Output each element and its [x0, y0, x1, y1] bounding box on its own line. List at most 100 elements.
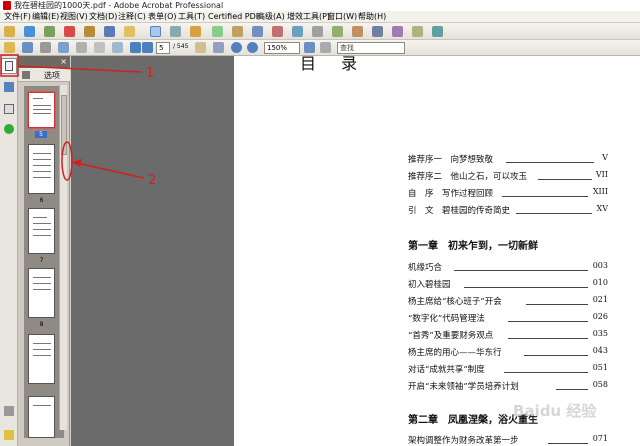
toc-entry[interactable]: “首秀”及重要财务观点 035 — [408, 329, 608, 341]
pages-icon — [5, 61, 13, 71]
toolbar-navigation: 5 / 545 150% 查找 — [0, 40, 640, 56]
menu-file[interactable]: 文件(F) — [4, 11, 31, 23]
page-label: 5 — [35, 131, 47, 138]
toolbar-main — [0, 23, 640, 40]
title-bar: 我在碧桂园的1000天.pdf - Adobe Acrobat Professi… — [0, 0, 640, 11]
menu-certified-pdf[interactable]: Certified PDF — [208, 11, 260, 23]
toc-entry[interactable]: 开启“未来领袖”学员培养计划 058 — [408, 380, 608, 392]
email-icon[interactable] — [332, 26, 343, 37]
zoom-select[interactable]: 150% — [264, 42, 300, 54]
typewriter-icon[interactable] — [190, 26, 201, 37]
page-total: / 545 — [173, 43, 189, 50]
panel-header: × — [18, 56, 70, 68]
options-menu[interactable]: 选项 — [44, 70, 60, 81]
rotate-icon[interactable] — [320, 42, 331, 53]
menu-edit[interactable]: 编辑(E) — [32, 11, 59, 23]
zoom-in-icon[interactable] — [247, 42, 258, 53]
highlight-icon[interactable] — [212, 26, 223, 37]
toc-entry[interactable]: 自 序 写作过程回顾 XIII — [408, 187, 608, 199]
menu-comments[interactable]: 注释(C) — [118, 11, 146, 23]
toc-entry[interactable]: 推荐序一 向梦想致敬 V — [408, 153, 608, 165]
object-select-icon[interactable] — [170, 26, 181, 37]
toc-entry[interactable]: 推荐序二 他山之石，可以攻玉 VII — [408, 170, 608, 182]
print-small-icon[interactable] — [40, 42, 51, 53]
forms-icon[interactable] — [104, 26, 115, 37]
hand-tool-icon[interactable] — [195, 42, 206, 53]
thumbnail-icon[interactable] — [22, 71, 30, 79]
navigation-strip — [0, 56, 18, 446]
page-thumbnail[interactable] — [28, 268, 55, 318]
prev-page-icon[interactable] — [130, 42, 141, 53]
email-small-icon[interactable] — [58, 42, 69, 53]
save-icon[interactable] — [22, 42, 33, 53]
window-title: 我在碧桂园的1000天.pdf - Adobe Acrobat Professi… — [14, 1, 224, 10]
marquee-zoom-icon[interactable] — [213, 42, 224, 53]
thumbnail-list: 5 6 7 8 — [24, 86, 64, 438]
page-thumbnail[interactable] — [28, 144, 55, 194]
ocr-icon[interactable] — [292, 26, 303, 37]
export-icon[interactable] — [44, 26, 55, 37]
page-label: 7 — [39, 257, 44, 264]
markup-icon[interactable] — [272, 26, 283, 37]
toc-entry[interactable]: “数字化”代码管理法 026 — [408, 312, 608, 324]
menu-bar: 文件(F) 编辑(E) 视图(V) 文档(D) 注释(C) 表单(O) 工具(T… — [0, 11, 640, 23]
search-icon[interactable] — [372, 26, 383, 37]
crop-icon[interactable] — [412, 26, 423, 37]
select-tool-icon[interactable] — [150, 26, 161, 37]
search-field[interactable]: 查找 — [337, 42, 405, 54]
page-thumbnail[interactable] — [28, 396, 55, 438]
document-background — [71, 56, 234, 446]
toc-entry[interactable]: 架构调整作为财务改革第一步 071 — [408, 434, 608, 446]
menu-forms[interactable]: 表单(O) — [148, 11, 177, 23]
doc-title: 目 录 — [300, 56, 368, 73]
comments-icon[interactable] — [4, 430, 14, 440]
fit-width-icon[interactable] — [112, 42, 123, 53]
stamp-icon[interactable] — [232, 26, 243, 37]
create-pdf-icon[interactable] — [4, 26, 15, 37]
open-icon[interactable] — [4, 42, 15, 53]
attachments-icon[interactable] — [4, 406, 14, 416]
layers-icon[interactable] — [4, 124, 14, 134]
document-page: 目 录 推荐序一 向梦想致敬 V 推荐序二 他山之石，可以攻玉 VII 自 序 写作… — [234, 56, 640, 446]
menu-plugins[interactable]: 增效工具(P) — [287, 11, 330, 23]
acrobat-icon — [3, 1, 11, 10]
chapter-heading: 第一章 初来乍到，一切新鲜 — [408, 241, 538, 252]
zoom-out-icon[interactable] — [231, 42, 242, 53]
menu-window[interactable]: 窗口(W) — [327, 11, 357, 23]
link-icon[interactable] — [392, 26, 403, 37]
page-thumbnail[interactable] — [28, 334, 55, 384]
toc-entry[interactable]: 引 文 碧桂园的传奇简史 XV — [408, 204, 608, 216]
sign-icon[interactable] — [84, 26, 95, 37]
scroll-thumb[interactable] — [61, 95, 67, 155]
combine-files-icon[interactable] — [24, 26, 35, 37]
page-number-input[interactable]: 5 — [156, 42, 170, 54]
menu-view[interactable]: 视图(V) — [60, 11, 88, 23]
fit-window-icon[interactable] — [304, 42, 315, 53]
toc-entry[interactable]: 杨主席的用心——华东行 043 — [408, 346, 608, 358]
close-icon[interactable]: × — [60, 57, 67, 66]
review-icon[interactable] — [352, 26, 363, 37]
menu-document[interactable]: 文档(D) — [89, 11, 117, 23]
toc-entry[interactable]: 对话“成就共享”制度 051 — [408, 363, 608, 375]
page-thumbnail[interactable] — [28, 208, 55, 254]
pages-view-icon[interactable] — [76, 42, 87, 53]
thumbnail-scrollbar[interactable] — [59, 85, 67, 430]
menu-tools[interactable]: 工具(T) — [178, 11, 205, 23]
print-icon[interactable] — [312, 26, 323, 37]
measure-icon[interactable] — [432, 26, 443, 37]
menu-help[interactable]: 帮助(H) — [358, 11, 386, 23]
attach-icon[interactable] — [252, 26, 263, 37]
pages-tab[interactable] — [1, 58, 17, 74]
toc-entry[interactable]: 机缘巧合 003 — [408, 261, 608, 273]
menu-advanced[interactable]: 高级(A) — [257, 11, 285, 23]
page-thumbnail[interactable] — [27, 91, 56, 129]
secure-icon[interactable] — [64, 26, 75, 37]
next-page-icon[interactable] — [142, 42, 153, 53]
signatures-icon[interactable] — [4, 104, 14, 114]
fit-page-icon[interactable] — [94, 42, 105, 53]
callout-number: 1 — [146, 66, 155, 81]
toc-entry[interactable]: 杨主席给“核心班子”开会 021 — [408, 295, 608, 307]
toc-entry[interactable]: 初入碧桂园 010 — [408, 278, 608, 290]
comment-icon[interactable] — [124, 26, 135, 37]
bookmarks-icon[interactable] — [4, 82, 14, 92]
